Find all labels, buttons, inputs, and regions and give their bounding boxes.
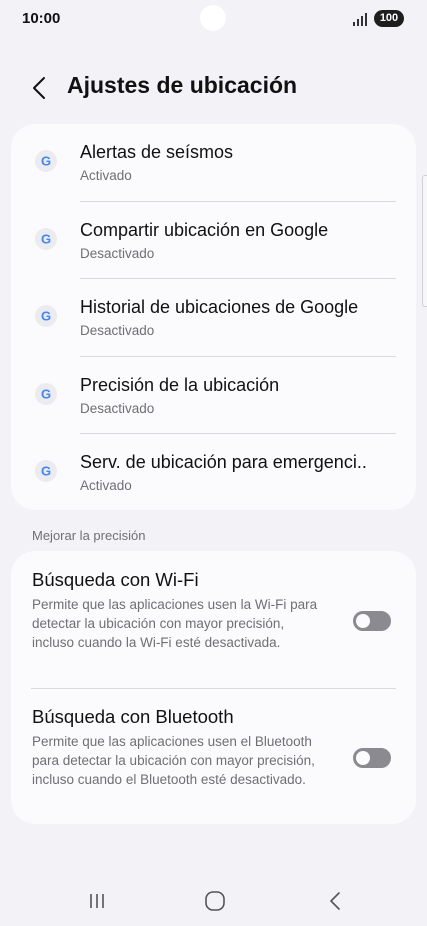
back-nav-button[interactable] <box>322 890 348 912</box>
camera-cutout <box>200 5 226 31</box>
list-item-title: Alertas de seísmos <box>80 142 234 162</box>
list-item[interactable]: G Compartir ubicación en Google Desactiv… <box>11 202 416 280</box>
toggle-knob <box>356 751 370 765</box>
list-item[interactable]: G Precisión de la ubicación Desactivado <box>11 357 416 435</box>
google-icon: G <box>35 227 57 250</box>
page-title: Ajustes de ubicación <box>67 72 298 98</box>
list-item-status: Desactivado <box>80 245 155 261</box>
wifi-scanning-row[interactable]: Búsqueda con Wi-Fi Permite que las aplic… <box>11 551 416 688</box>
google-icon: G <box>35 460 57 483</box>
svg-text:G: G <box>41 464 51 478</box>
svg-text:G: G <box>41 232 51 246</box>
google-services-card: G Alertas de seísmos Activado G Comparti… <box>11 124 416 510</box>
list-item-title: Compartir ubicación en Google <box>80 219 329 240</box>
bluetooth-scanning-toggle[interactable] <box>353 748 391 768</box>
home-button[interactable] <box>202 890 228 912</box>
list-item[interactable]: G Historial de ubicaciones de Google Des… <box>11 279 416 357</box>
wifi-scanning-description: Permite que las aplicaciones usen la Wi-… <box>32 597 318 650</box>
list-item-status: Activado <box>80 168 132 183</box>
header: Ajustes de ubicación <box>0 66 427 110</box>
list-item[interactable]: G Alertas de seísmos Activado <box>11 124 416 202</box>
bluetooth-scanning-row[interactable]: Búsqueda con Bluetooth Permite que las a… <box>11 689 416 824</box>
google-icon: G <box>35 150 57 172</box>
list-item-status: Desactivado <box>80 400 155 416</box>
section-label: Mejorar la precisión <box>32 528 146 543</box>
list-item-status: Activado <box>80 478 132 494</box>
list-item-status: Desactivado <box>80 323 155 339</box>
list-item-title: Precisión de la ubicación <box>80 374 280 395</box>
google-icon: G <box>35 305 57 328</box>
recents-button[interactable] <box>84 890 110 912</box>
svg-text:G: G <box>41 309 51 323</box>
back-button[interactable] <box>26 74 52 102</box>
toggle-knob <box>356 614 370 628</box>
recents-icon <box>90 894 104 908</box>
list-item-title: Historial de ubicaciones de Google <box>80 297 359 318</box>
google-icon: G <box>35 382 57 405</box>
wifi-scanning-title: Búsqueda con Wi-Fi <box>32 569 199 590</box>
bluetooth-scanning-title: Búsqueda con Bluetooth <box>32 706 234 727</box>
list-item[interactable]: G Serv. de ubicación para emergenci.. Ac… <box>11 434 416 512</box>
status-bar: 10:00 100 <box>0 0 427 40</box>
back-icon <box>330 892 340 910</box>
home-icon <box>205 891 225 911</box>
wifi-scanning-toggle[interactable] <box>353 611 391 631</box>
navigation-bar <box>0 876 427 926</box>
battery-badge: 100 <box>374 10 404 27</box>
scroll-indicator[interactable] <box>422 175 427 307</box>
accuracy-card: Búsqueda con Wi-Fi Permite que las aplic… <box>11 551 416 824</box>
svg-text:G: G <box>41 154 51 168</box>
bluetooth-scanning-description: Permite que las aplicaciones usen el Blu… <box>32 734 315 787</box>
signal-icon <box>353 13 367 26</box>
svg-text:G: G <box>41 387 51 401</box>
list-item-title: Serv. de ubicación para emergenci.. <box>80 452 367 473</box>
chevron-left-icon <box>33 77 45 99</box>
status-time: 10:00 <box>22 10 61 27</box>
